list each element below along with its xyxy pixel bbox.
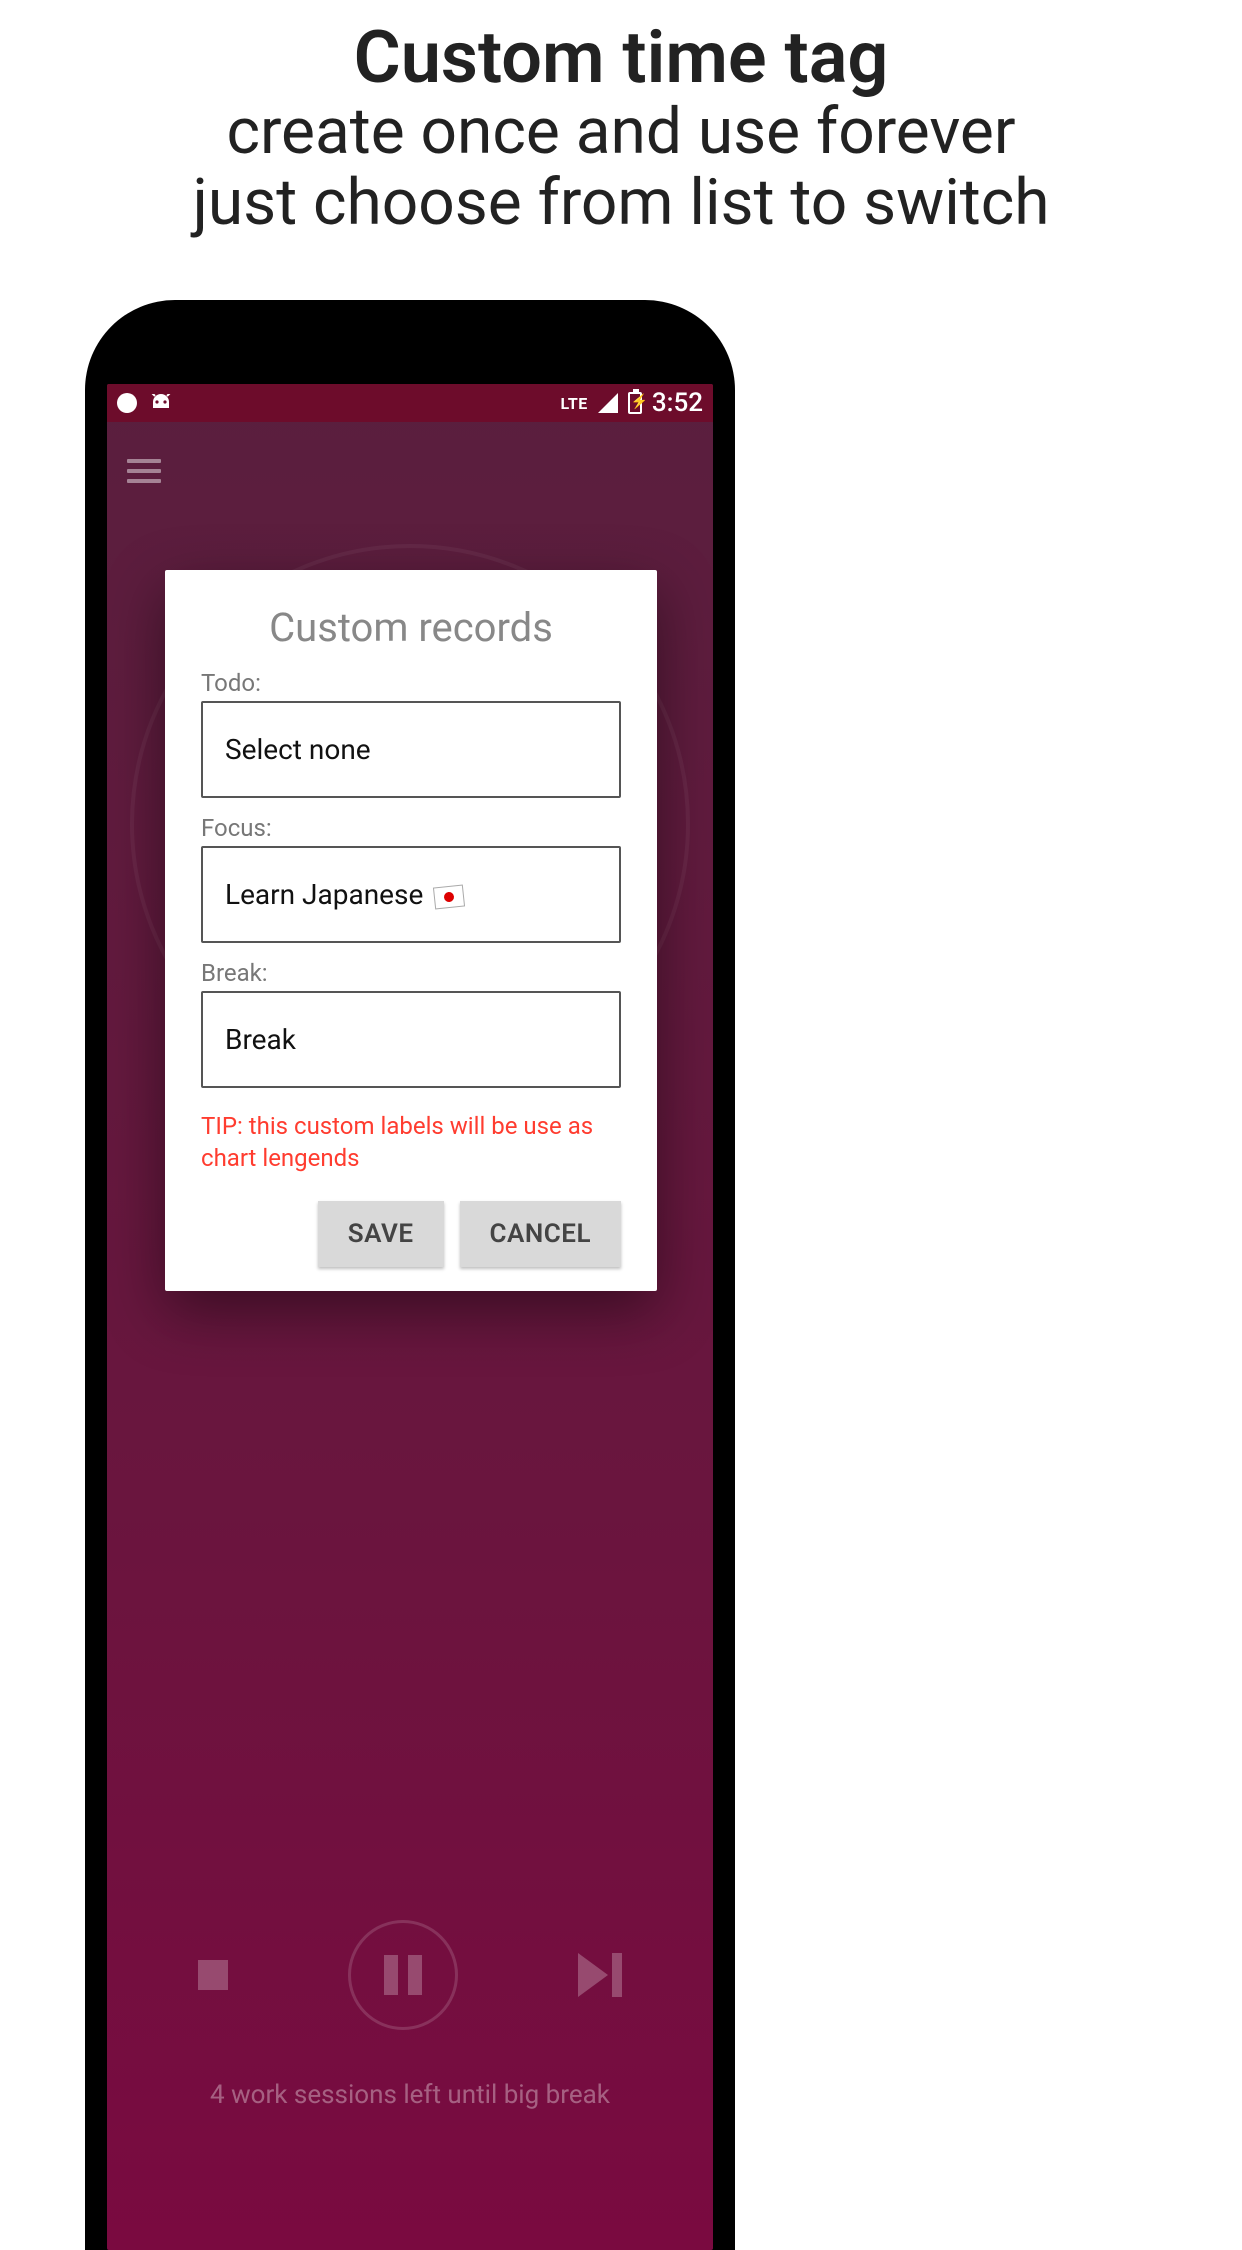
notification-dot-icon <box>117 393 137 413</box>
pause-button[interactable] <box>348 1920 458 2030</box>
tip-text: TIP: this custom labels will be use as c… <box>201 1110 621 1175</box>
menu-icon[interactable] <box>127 459 161 483</box>
break-label: Break: <box>201 959 621 987</box>
pause-icon <box>384 1955 422 1995</box>
screen: LTE ⚡ 3:52 4 work sessions left until bi… <box>107 384 713 2250</box>
todo-select[interactable]: Select none <box>201 701 621 798</box>
device-frame: LTE ⚡ 3:52 4 work sessions left until bi… <box>85 300 735 2250</box>
focus-label: Focus: <box>201 814 621 842</box>
promo-title: Custom time tag <box>0 20 1242 96</box>
next-button[interactable] <box>578 1953 622 1997</box>
cancel-button[interactable]: CANCEL <box>460 1201 621 1267</box>
japan-flag-icon <box>433 884 465 909</box>
save-button[interactable]: SAVE <box>318 1201 444 1267</box>
promo-sub-2: just choose from list to switch <box>0 167 1242 239</box>
break-select[interactable]: Break <box>201 991 621 1088</box>
todo-value: Select none <box>225 733 371 766</box>
clock-time: 3:52 <box>652 388 703 418</box>
break-value: Break <box>225 1023 296 1056</box>
signal-icon <box>598 393 618 413</box>
focus-value: Learn Japanese <box>225 878 423 911</box>
app-bar <box>107 422 713 520</box>
dialog-title: Custom records <box>201 604 621 651</box>
sessions-remaining: 4 work sessions left until big break <box>107 2080 713 2110</box>
android-debug-icon <box>149 394 173 412</box>
focus-select[interactable]: Learn Japanese <box>201 846 621 943</box>
custom-records-dialog: Custom records Todo: Select none Focus: … <box>165 570 657 1291</box>
next-icon <box>578 1953 608 1997</box>
dialog-actions: SAVE CANCEL <box>201 1201 621 1267</box>
status-bar: LTE ⚡ 3:52 <box>107 384 713 422</box>
player-controls <box>107 1920 713 2030</box>
stop-button[interactable] <box>198 1960 228 1990</box>
promo-header: Custom time tag create once and use fore… <box>0 20 1242 239</box>
lte-indicator: LTE <box>561 394 588 413</box>
battery-charging-icon: ⚡ <box>628 392 642 414</box>
todo-label: Todo: <box>201 669 621 697</box>
promo-sub-1: create once and use forever <box>0 96 1242 168</box>
